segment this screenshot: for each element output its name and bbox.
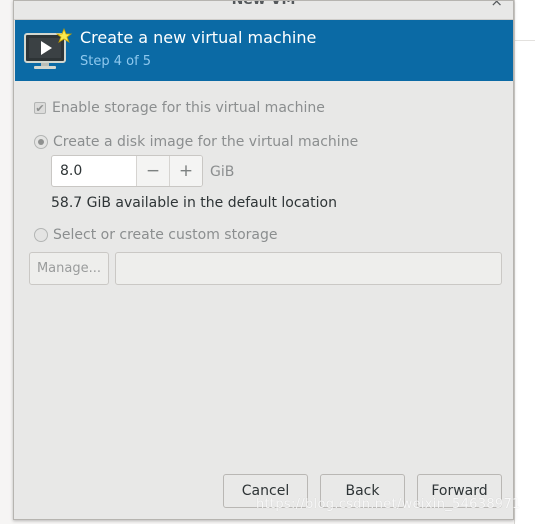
check-icon: ✔ — [35, 101, 45, 115]
titlebar: New VM × — [14, 1, 513, 20]
background-window — [514, 0, 535, 524]
disk-image-radio[interactable] — [34, 135, 48, 149]
enable-storage-label: Enable storage for this virtual machine — [52, 100, 325, 116]
radio-selected-dot — [38, 139, 44, 145]
custom-storage-label: Select or create custom storage — [53, 227, 278, 243]
disk-image-label: Create a disk image for the virtual mach… — [53, 134, 359, 150]
watermark-text: https://blog.csdn.net/weixin_54638971 — [256, 497, 521, 512]
enable-storage-option[interactable]: ✔ Enable storage for this virtual machin… — [34, 100, 325, 116]
enable-storage-checkbox[interactable]: ✔ — [34, 102, 46, 114]
background-divider — [515, 40, 535, 41]
disk-size-spinbutton: 8.0 − + — [51, 155, 203, 187]
custom-storage-option[interactable]: Select or create custom storage — [34, 227, 278, 243]
disk-image-option[interactable]: Create a disk image for the virtual mach… — [34, 134, 358, 150]
close-button[interactable]: × — [490, 1, 503, 10]
step-indicator: Step 4 of 5 — [80, 54, 152, 69]
custom-storage-radio[interactable] — [34, 228, 48, 242]
new-vm-dialog: New VM × Create a new virtual machine St… — [13, 0, 514, 520]
wizard-header: Create a new virtual machine Step 4 of 5 — [15, 20, 513, 81]
disk-size-input[interactable]: 8.0 — [52, 156, 136, 186]
window-title: New VM — [231, 0, 296, 8]
storage-path-field[interactable] — [115, 252, 502, 285]
available-space-text: 58.7 GiB available in the default locati… — [51, 195, 337, 211]
header-title: Create a new virtual machine — [80, 28, 317, 47]
size-unit-label: GiB — [210, 164, 235, 180]
virtual-machine-icon — [24, 28, 73, 69]
decrease-size-button[interactable]: − — [136, 156, 169, 186]
increase-size-button[interactable]: + — [169, 156, 202, 186]
manage-button[interactable]: Manage... — [29, 252, 109, 285]
